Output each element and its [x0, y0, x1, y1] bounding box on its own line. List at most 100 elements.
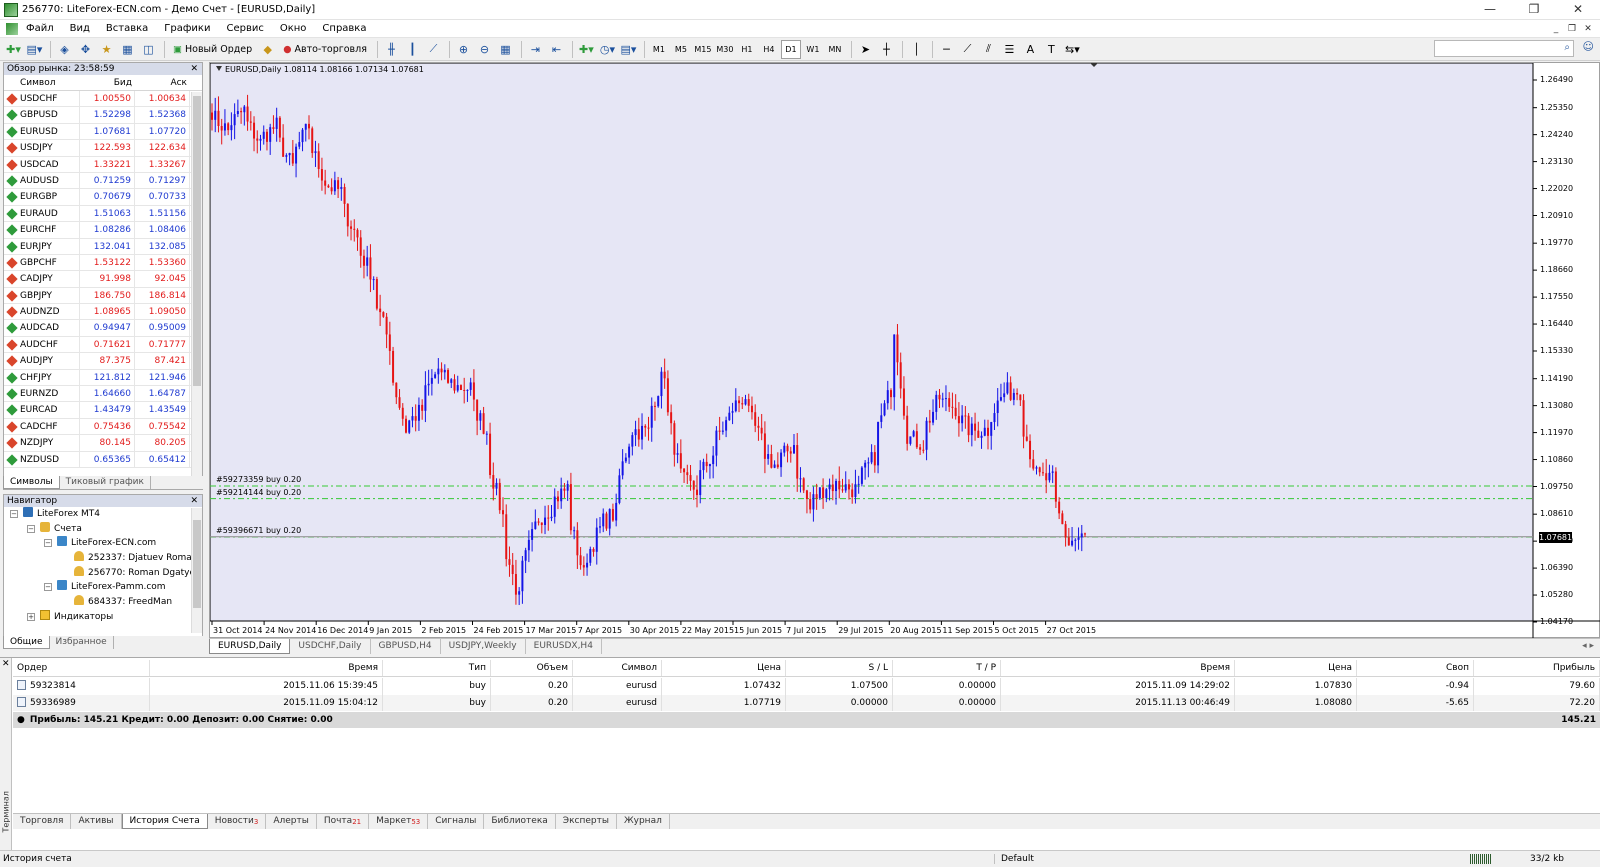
navigator-scroll-thumb[interactable]	[193, 520, 201, 608]
timeframe-d1[interactable]: D1	[780, 39, 801, 59]
collapse-icon[interactable]: −	[44, 583, 52, 592]
navigator-icon[interactable]: ★	[97, 40, 116, 59]
terminal-tab[interactable]: История Счета	[121, 814, 208, 829]
timeframe-mn[interactable]: MN	[825, 40, 845, 59]
chart-tab-eurusd-daily[interactable]: EURUSD,Daily	[209, 639, 291, 654]
minimize-button[interactable]: —	[1468, 0, 1512, 20]
tile-windows-icon[interactable]: ▦	[496, 40, 515, 59]
column-volume[interactable]: Объем	[491, 660, 573, 676]
column-take-profit[interactable]: T / P	[893, 660, 1001, 676]
menu-charts[interactable]: Графики	[156, 20, 218, 38]
market-watch-row[interactable]: EURJPY 132.041 132.085	[4, 238, 202, 255]
terminal-tab[interactable]: Новости3	[208, 814, 267, 829]
periods-icon[interactable]: ◷▾	[598, 40, 617, 59]
trade-line-label[interactable]: #59273359 buy 0.20	[216, 475, 301, 484]
terminal-tab[interactable]: Почта21	[317, 814, 370, 829]
search-icon[interactable]: ⌕	[1564, 42, 1570, 53]
autoscroll-icon[interactable]: ⇥	[526, 40, 545, 59]
menu-file[interactable]: Файл	[18, 20, 62, 38]
navigator-close-icon[interactable]: ✕	[190, 495, 198, 507]
indicators-icon[interactable]: ✚▾	[577, 40, 596, 59]
terminal-icon[interactable]: ▦	[118, 40, 137, 59]
market-watch-close-icon[interactable]: ✕	[190, 63, 198, 75]
tab-symbols[interactable]: Символы	[3, 476, 60, 489]
menu-insert[interactable]: Вставка	[98, 20, 156, 38]
data-window-icon[interactable]: ✥	[76, 40, 95, 59]
candlestick-chart[interactable]	[210, 63, 1600, 639]
new-chart-icon[interactable]: ✚▾	[4, 40, 23, 59]
terminal-tab[interactable]: Эксперты	[556, 814, 617, 829]
terminal-close-icon[interactable]: ✕	[2, 659, 10, 669]
market-watch-row[interactable]: NZDUSD 0.65365 0.65412	[4, 451, 202, 468]
fibonacci-icon[interactable]: ☰	[1000, 40, 1019, 59]
candlestick-icon[interactable]: ┃	[403, 40, 422, 59]
terminal-tab[interactable]: Алерты	[266, 814, 317, 829]
market-watch-scrollbar[interactable]	[191, 92, 202, 486]
market-watch-row[interactable]: EURAUD 1.51063 1.51156	[4, 205, 202, 223]
table-row[interactable]: 59323814 2015.11.06 15:39:45 buy 0.20 eurusd…	[13, 678, 1600, 695]
chart-restore-icon[interactable]: ❐	[1564, 20, 1580, 38]
arrows-icon[interactable]: ⇆▾	[1063, 40, 1082, 59]
text-label-icon[interactable]: T	[1042, 40, 1061, 59]
trendline-icon[interactable]: ⟋	[958, 40, 977, 59]
market-watch-row[interactable]: NZDJPY 80.145 80.205	[4, 435, 202, 452]
collapse-icon[interactable]: −	[27, 524, 35, 533]
chart-tabs-scroll-icon[interactable]: ◂ ▸	[1582, 639, 1594, 654]
metaeditor-icon[interactable]: ◆	[258, 40, 277, 59]
strategy-tester-icon[interactable]: ◫	[139, 40, 158, 59]
terminal-tab[interactable]: Торговля	[13, 814, 72, 829]
tab-general[interactable]: Общие	[3, 636, 50, 649]
crosshair-icon[interactable]: ┼	[877, 40, 896, 59]
auto-trading-button[interactable]: ● Авто-торговля	[279, 40, 371, 59]
market-watch-row[interactable]: GBPUSD 1.52298 1.52368	[4, 107, 202, 124]
column-open-time[interactable]: Время	[150, 660, 383, 676]
navigator-item[interactable]: − LiteForex MT4	[4, 507, 202, 522]
column-ask[interactable]: Аск	[135, 75, 190, 90]
column-stop-loss[interactable]: S / L	[786, 660, 893, 676]
navigator-scrollbar[interactable]	[191, 508, 202, 633]
market-watch-row[interactable]: EURUSD 1.07681 1.07720	[4, 123, 202, 141]
terminal-tab[interactable]: Маркет53	[369, 814, 429, 829]
templates-icon[interactable]: ▤▾	[619, 40, 638, 59]
market-watch-row[interactable]: CADCHF 0.75436 0.75542	[4, 418, 202, 436]
navigator-item[interactable]: 256770: Roman Dgatyev	[4, 565, 202, 581]
navigator-item[interactable]: − LiteForex-Pamm.com	[4, 580, 202, 595]
column-open-price[interactable]: Цена	[662, 660, 786, 676]
column-bid[interactable]: Бид	[80, 75, 135, 90]
horizontal-line-icon[interactable]: ─	[937, 40, 956, 59]
navigator-item[interactable]: 684337: FreedMan	[4, 595, 202, 610]
collapse-icon[interactable]: −	[10, 510, 18, 518]
column-profit[interactable]: Прибыль	[1474, 660, 1600, 676]
market-watch-row[interactable]: EURNZD 1.64660 1.64787	[4, 386, 202, 403]
bar-chart-icon[interactable]: ╫	[382, 40, 401, 59]
timeframe-m1[interactable]: M1	[649, 40, 669, 59]
zoom-out-icon[interactable]: ⊖	[475, 40, 494, 59]
navigator-item[interactable]: − LiteForex-ECN.com	[4, 536, 202, 551]
vertical-line-icon[interactable]: │	[907, 40, 926, 59]
market-watch-row[interactable]: EURGBP 0.70679 0.70733	[4, 189, 202, 206]
market-watch-row[interactable]: USDCHF 1.00550 1.00634	[4, 91, 202, 108]
market-watch-row[interactable]: AUDCHF 0.71621 0.71777	[4, 336, 202, 354]
terminal-tab[interactable]: Активы	[71, 814, 122, 829]
navigator-item[interactable]: 252337: Djatuev Roman Ra	[4, 551, 202, 566]
column-symbol[interactable]: Символ	[4, 75, 80, 90]
chart-close-icon[interactable]: ✕	[1580, 20, 1596, 38]
search-input[interactable]: ⌕	[1434, 40, 1574, 57]
timeframe-h4[interactable]: H4	[759, 40, 779, 59]
cursor-icon[interactable]: ➤	[856, 40, 875, 59]
column-order[interactable]: Ордер	[13, 660, 150, 676]
market-watch-row[interactable]: CHFJPY 121.812 121.946	[4, 369, 202, 387]
menu-view[interactable]: Вид	[62, 20, 98, 38]
profiles-icon[interactable]: ▤▾	[25, 40, 44, 59]
market-watch-scroll-thumb[interactable]	[193, 96, 201, 386]
market-watch-row[interactable]: AUDJPY 87.375 87.421	[4, 353, 202, 370]
market-watch-row[interactable]: GBPJPY 186.750 186.814	[4, 287, 202, 305]
chart-window[interactable]: EURUSD,Daily 1.08114 1.08166 1.07134 1.0…	[209, 62, 1600, 639]
chart-minimize-icon[interactable]: _	[1548, 20, 1564, 38]
zoom-in-icon[interactable]: ⊕	[454, 40, 473, 59]
chart-shift-icon[interactable]: ⇤	[547, 40, 566, 59]
column-type[interactable]: Тип	[383, 660, 491, 676]
timeframe-m30[interactable]: M30	[715, 40, 735, 59]
column-close-price[interactable]: Цена	[1235, 660, 1357, 676]
menu-help[interactable]: Справка	[314, 20, 374, 38]
